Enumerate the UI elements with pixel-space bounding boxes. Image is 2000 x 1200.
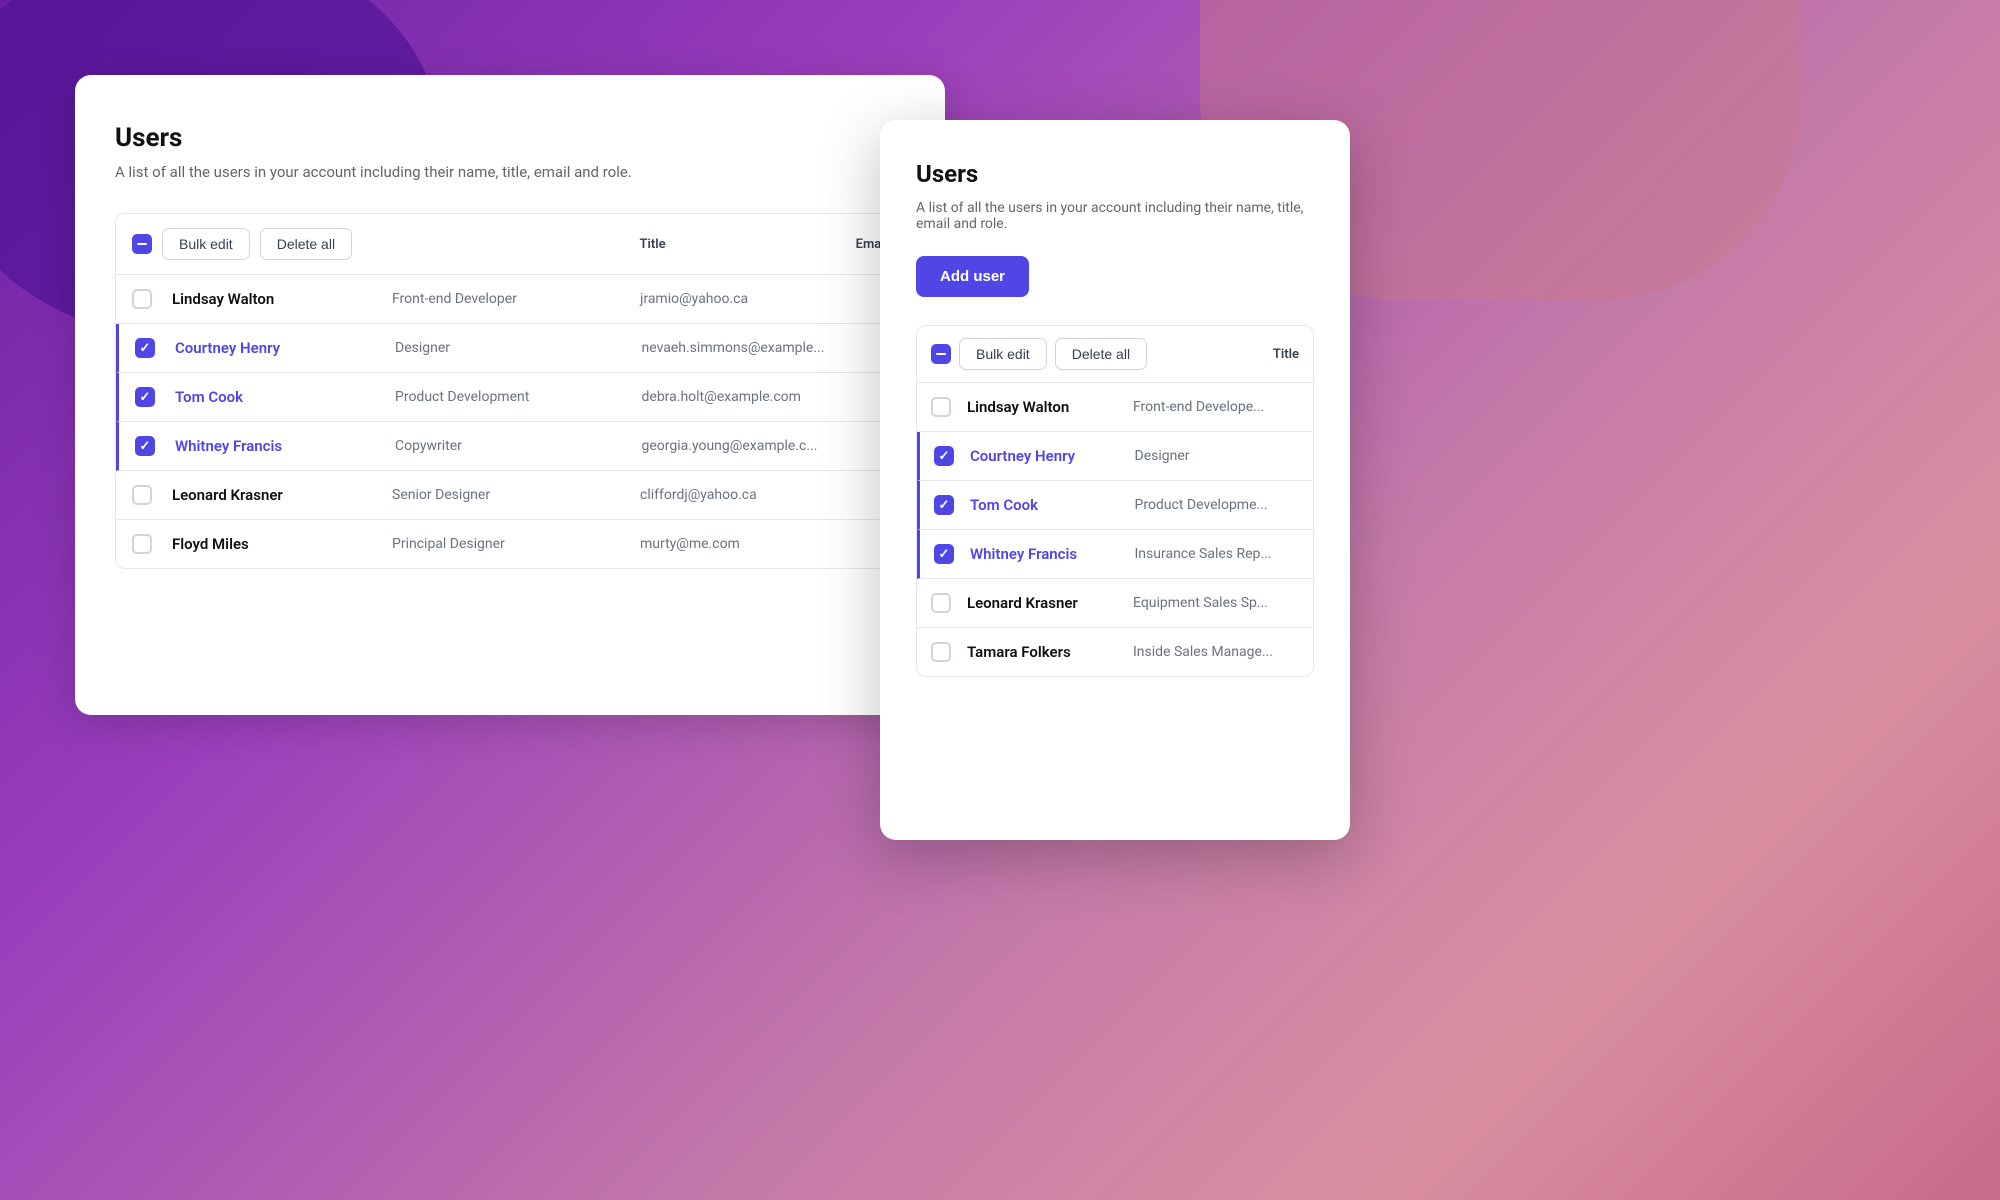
back-toolbar: Bulk edit Delete all Title Email bbox=[116, 214, 904, 275]
table-row: ✓ Tom Cook Product Development debra.hol… bbox=[116, 373, 904, 422]
front-card-title: Users bbox=[916, 160, 1314, 188]
user-email: nevaeh.simmons@example... bbox=[642, 340, 889, 356]
user-name: Lindsay Walton bbox=[172, 290, 392, 308]
user-title: Product Development bbox=[395, 389, 642, 405]
check-icon: ✓ bbox=[140, 342, 151, 355]
table-row: ✓ Whitney Francis Copywriter georgia.you… bbox=[116, 422, 904, 471]
user-title: Front-end Developer bbox=[392, 291, 640, 307]
user-email: jramio@yahoo.ca bbox=[640, 291, 888, 307]
front-user-name: Lindsay Walton bbox=[967, 398, 1133, 416]
front-user-name: Tom Cook bbox=[970, 496, 1135, 514]
front-user-name: Courtney Henry bbox=[970, 447, 1135, 465]
front-card-subtitle: A list of all the users in your account … bbox=[916, 200, 1314, 232]
user-title: Copywriter bbox=[395, 438, 642, 454]
table-row: Floyd Miles Principal Designer murty@me.… bbox=[116, 520, 904, 568]
check-icon: ✓ bbox=[939, 548, 950, 561]
front-user-title: Designer bbox=[1135, 448, 1300, 464]
front-user-title: Insurance Sales Rep... bbox=[1135, 546, 1300, 562]
back-card-subtitle: A list of all the users in your account … bbox=[115, 163, 905, 181]
front-user-title: Inside Sales Manage... bbox=[1133, 644, 1299, 660]
user-title: Designer bbox=[395, 340, 642, 356]
front-card: Users A list of all the users in your ac… bbox=[880, 120, 1350, 840]
check-icon: ✓ bbox=[140, 440, 151, 453]
table-row: Leonard Krasner Senior Designer clifford… bbox=[116, 471, 904, 520]
user-email: debra.holt@example.com bbox=[642, 389, 889, 405]
front-table-row: Lindsay Walton Front-end Develope... bbox=[917, 383, 1313, 432]
front-title-header: Title bbox=[1273, 347, 1299, 362]
front-delete-all-button[interactable]: Delete all bbox=[1055, 338, 1147, 370]
row-checkbox[interactable]: ✓ bbox=[135, 387, 155, 407]
front-table-row: ✓ Tom Cook Product Developme... bbox=[917, 481, 1313, 530]
back-card-title: Users bbox=[115, 123, 905, 153]
front-user-title: Front-end Develope... bbox=[1133, 399, 1299, 415]
title-column-header: Title bbox=[640, 237, 666, 252]
user-name: Floyd Miles bbox=[172, 535, 392, 553]
front-bulk-edit-button[interactable]: Bulk edit bbox=[959, 338, 1047, 370]
front-table-row: ✓ Whitney Francis Insurance Sales Rep... bbox=[917, 530, 1313, 579]
front-row-checkbox[interactable]: ✓ bbox=[934, 446, 954, 466]
front-user-title: Product Developme... bbox=[1135, 497, 1300, 513]
front-user-name: Tamara Folkers bbox=[967, 643, 1133, 661]
row-checkbox[interactable] bbox=[132, 289, 152, 309]
user-email: georgia.young@example.c... bbox=[642, 438, 889, 454]
front-table-row: ✓ Courtney Henry Designer bbox=[917, 432, 1313, 481]
front-row-checkbox[interactable] bbox=[931, 397, 951, 417]
delete-all-button[interactable]: Delete all bbox=[260, 228, 352, 260]
user-name: Leonard Krasner bbox=[172, 486, 392, 504]
user-email: cliffordj@yahoo.ca bbox=[640, 487, 888, 503]
row-checkbox[interactable] bbox=[132, 534, 152, 554]
check-icon: ✓ bbox=[939, 499, 950, 512]
dash-icon bbox=[137, 243, 147, 245]
user-title: Senior Designer bbox=[392, 487, 640, 503]
front-table-row: Tamara Folkers Inside Sales Manage... bbox=[917, 628, 1313, 676]
back-card: Users A list of all the users in your ac… bbox=[75, 75, 945, 715]
front-row-checkbox[interactable]: ✓ bbox=[934, 495, 954, 515]
check-icon: ✓ bbox=[939, 450, 950, 463]
user-name: Courtney Henry bbox=[175, 339, 395, 357]
bulk-edit-button[interactable]: Bulk edit bbox=[162, 228, 250, 260]
front-row-checkbox[interactable] bbox=[931, 642, 951, 662]
front-row-checkbox[interactable]: ✓ bbox=[934, 544, 954, 564]
row-checkbox[interactable] bbox=[132, 485, 152, 505]
front-table-row: Leonard Krasner Equipment Sales Sp... bbox=[917, 579, 1313, 628]
user-email: murty@me.com bbox=[640, 536, 888, 552]
row-checkbox[interactable]: ✓ bbox=[135, 338, 155, 358]
user-name: Whitney Francis bbox=[175, 437, 395, 455]
check-icon: ✓ bbox=[140, 391, 151, 404]
select-all-checkbox[interactable] bbox=[132, 234, 152, 254]
front-toolbar: Bulk edit Delete all Title bbox=[917, 326, 1313, 383]
add-user-button[interactable]: Add user bbox=[916, 256, 1029, 297]
table-row: Lindsay Walton Front-end Developer jrami… bbox=[116, 275, 904, 324]
front-select-all-checkbox[interactable] bbox=[931, 344, 951, 364]
front-user-name: Leonard Krasner bbox=[967, 594, 1133, 612]
dash-icon bbox=[936, 353, 946, 355]
user-name: Tom Cook bbox=[175, 388, 395, 406]
user-title: Principal Designer bbox=[392, 536, 640, 552]
row-checkbox[interactable]: ✓ bbox=[135, 436, 155, 456]
table-row: ✓ Courtney Henry Designer nevaeh.simmons… bbox=[116, 324, 904, 373]
front-table: Bulk edit Delete all Title Lindsay Walto… bbox=[916, 325, 1314, 677]
back-table: Bulk edit Delete all Title Email Lindsay… bbox=[115, 213, 905, 569]
front-row-checkbox[interactable] bbox=[931, 593, 951, 613]
front-user-title: Equipment Sales Sp... bbox=[1133, 595, 1299, 611]
front-user-name: Whitney Francis bbox=[970, 545, 1135, 563]
